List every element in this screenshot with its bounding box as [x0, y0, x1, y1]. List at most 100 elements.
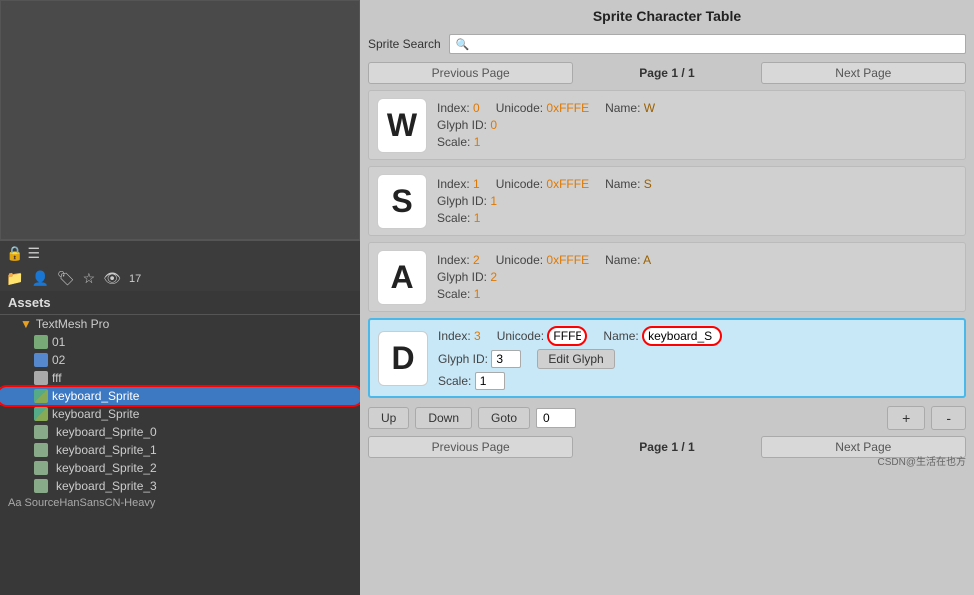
glyphid-label-d: Glyph ID:: [438, 350, 521, 368]
asset-item-02[interactable]: 02: [0, 351, 360, 369]
search-label: Sprite Search: [368, 37, 441, 51]
asset-icon-green: [34, 335, 48, 349]
badge: 17: [129, 273, 141, 285]
glyph-scale-row-w: Scale: 1: [437, 135, 957, 149]
asset-item-fff[interactable]: fff: [0, 369, 360, 387]
bottom-controls: Up Down Goto + -: [368, 406, 966, 430]
glyphid-label-w: Glyph ID: 0: [437, 118, 497, 132]
glyph-row-s: S Index: 1 Unicode: 0xFFFE Name: S Glyph…: [368, 166, 966, 236]
sub-icon-0: [34, 425, 48, 439]
glyph-index-row-d: Index: 3 Unicode: Name:: [438, 326, 956, 346]
name-input-d[interactable]: [642, 326, 722, 346]
index-label-a: Index: 2: [437, 253, 480, 267]
plus-button[interactable]: +: [887, 406, 925, 430]
scale-label-d: Scale:: [438, 372, 505, 390]
glyph-scale-row-a: Scale: 1: [437, 287, 957, 301]
lock-icon: 🔒: [6, 245, 23, 262]
top-nav-row: Previous Page Page 1 / 1 Next Page: [368, 62, 966, 84]
up-button[interactable]: Up: [368, 407, 409, 429]
assets-header: Assets: [0, 291, 360, 315]
tag-icon[interactable]: 🏷: [57, 270, 75, 287]
search-field-container: 🔍: [449, 34, 966, 54]
asset-icon-img2: [34, 407, 48, 421]
menu-icon: ☰: [27, 245, 40, 262]
sub-icon-2: [34, 461, 48, 475]
asset-item-textmesh[interactable]: ▼ TextMesh Pro: [0, 315, 360, 333]
icon-row: 📁 👤 🏷 ☆ 👁 17: [0, 266, 360, 291]
toolbar-row: 🔒 ☰: [0, 240, 360, 266]
glyph-scale-row-d: Scale:: [438, 372, 956, 390]
glyph-char-w: W: [377, 98, 427, 153]
glyph-info-s: Index: 1 Unicode: 0xFFFE Name: S Glyph I…: [437, 177, 957, 225]
person-icon[interactable]: 👤: [31, 270, 48, 287]
unicode-label-w: Unicode: 0xFFFE: [496, 101, 589, 115]
goto-button[interactable]: Goto: [478, 407, 530, 429]
glyph-index-row-a: Index: 2 Unicode: 0xFFFE Name: A: [437, 253, 957, 267]
panel-title: Sprite Character Table: [368, 8, 966, 28]
scale-input-d[interactable]: [475, 372, 505, 390]
goto-input[interactable]: [536, 408, 576, 428]
asset-icon-blue: [34, 353, 48, 367]
page-label-top: Page 1 / 1: [577, 66, 756, 80]
asset-item-keyboard-sprite-1[interactable]: keyboard_Sprite_1: [0, 441, 360, 459]
asset-label: 02: [52, 353, 65, 367]
name-label-s: Name: S: [605, 177, 652, 191]
eye-icon[interactable]: 👁: [103, 270, 121, 287]
glyph-info-w: Index: 0 Unicode: 0xFFFE Name: W Glyph I…: [437, 101, 957, 149]
asset-item-01[interactable]: 01: [0, 333, 360, 351]
glyph-id-row-a: Glyph ID: 2: [437, 270, 957, 284]
glyph-row-w: W Index: 0 Unicode: 0xFFFE Name: W Glyph…: [368, 90, 966, 160]
asset-item-keyboard-sprite-0[interactable]: keyboard_Sprite_0: [0, 423, 360, 441]
index-label-w: Index: 0: [437, 101, 480, 115]
asset-icon-gray: [34, 371, 48, 385]
glyph-info-a: Index: 2 Unicode: 0xFFFE Name: A Glyph I…: [437, 253, 957, 301]
asset-item-keyboard-sprite-2[interactable]: keyboard_Sprite_2: [0, 459, 360, 477]
search-input[interactable]: [469, 37, 959, 51]
index-label-d: Index: 3: [438, 329, 481, 343]
search-icon: 🔍: [456, 38, 470, 51]
glyph-id-row-d: Glyph ID: Edit Glyph: [438, 349, 956, 369]
asset-label: keyboard_Sprite: [52, 389, 139, 403]
scale-label-a: Scale: 1: [437, 287, 480, 301]
glyph-scale-row-s: Scale: 1: [437, 211, 957, 225]
folder-icon[interactable]: 📁: [6, 270, 23, 287]
asset-label: fff: [52, 371, 62, 385]
glyph-char-a: A: [377, 250, 427, 305]
unicode-label-s: Unicode: 0xFFFE: [496, 177, 589, 191]
glyph-char-d: D: [378, 331, 428, 386]
glyphid-label-s: Glyph ID: 1: [437, 194, 497, 208]
asset-label: keyboard_Sprite: [52, 407, 139, 421]
star-icon[interactable]: ☆: [83, 270, 96, 287]
asset-item-keyboard-sprite-selected[interactable]: keyboard_Sprite: [0, 387, 360, 405]
folder-icon: ▼: [20, 317, 32, 331]
asset-label: TextMesh Pro: [36, 317, 109, 331]
glyph-char-s: S: [377, 174, 427, 229]
down-button[interactable]: Down: [415, 407, 472, 429]
name-label-w: Name: W: [605, 101, 655, 115]
glyph-id-input-d[interactable]: [491, 350, 521, 368]
glyph-row-a: A Index: 2 Unicode: 0xFFFE Name: A Glyph…: [368, 242, 966, 312]
right-panel: Sprite Character Table Sprite Search 🔍 P…: [360, 0, 974, 595]
asset-item-keyboard-sprite-3[interactable]: keyboard_Sprite_3: [0, 477, 360, 495]
index-label-s: Index: 1: [437, 177, 480, 191]
unicode-input-d[interactable]: [547, 326, 587, 346]
prev-page-button-bottom[interactable]: Previous Page: [368, 436, 573, 458]
name-label-d: Name:: [603, 326, 722, 346]
glyph-index-row-w: Index: 0 Unicode: 0xFFFE Name: W: [437, 101, 957, 115]
asset-label: keyboard_Sprite_2: [56, 461, 157, 475]
assets-section: Assets ▼ TextMesh Pro 01 02 fff keyboard…: [0, 291, 360, 595]
canvas-area: [0, 0, 360, 240]
prev-page-button-top[interactable]: Previous Page: [368, 62, 573, 84]
minus-button[interactable]: -: [931, 406, 966, 430]
badge-count: 17: [129, 273, 141, 285]
asset-label: keyboard_Sprite_3: [56, 479, 157, 493]
source-han-label: Aa SourceHanSansCN-Heavy: [0, 495, 360, 511]
edit-glyph-button[interactable]: Edit Glyph: [537, 349, 614, 369]
asset-item-keyboard-sprite2[interactable]: keyboard_Sprite: [0, 405, 360, 423]
asset-label: keyboard_Sprite_0: [56, 425, 157, 439]
watermark: CSDN@生活在也方: [878, 453, 967, 468]
unicode-label-d: Unicode:: [497, 326, 588, 346]
next-page-button-top[interactable]: Next Page: [761, 62, 966, 84]
sub-icon-3: [34, 479, 48, 493]
scale-label-w: Scale: 1: [437, 135, 480, 149]
